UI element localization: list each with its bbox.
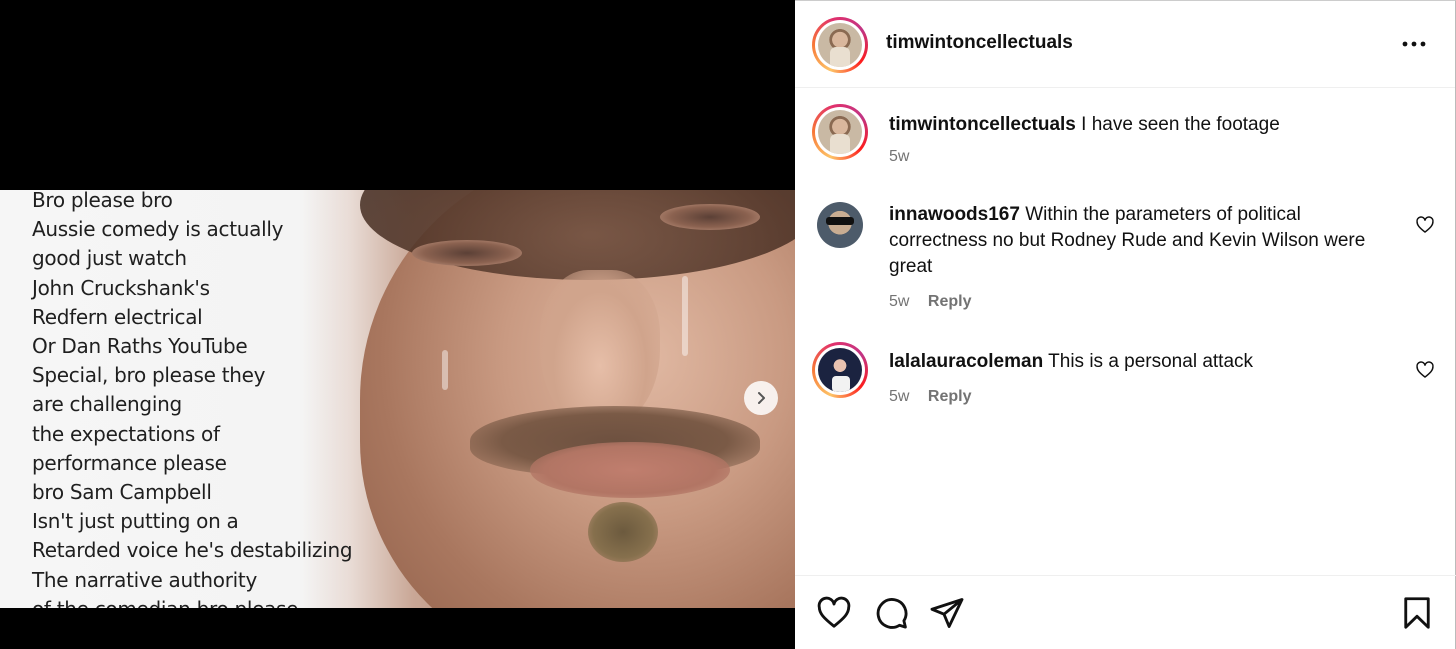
author-username[interactable]: timwintoncellectuals <box>886 32 1073 54</box>
chin-beard <box>588 502 658 562</box>
comment-meta: 5w <box>889 148 909 166</box>
post-side-panel: timwintoncellectuals timwintoncellectual… <box>795 0 1456 649</box>
share-icon[interactable] <box>929 595 965 631</box>
avatar-image <box>818 348 862 392</box>
comment-text: I have seen the footage <box>1081 114 1280 135</box>
more-options-button[interactable] <box>1399 31 1429 57</box>
meme-line: of the comedian bro please <box>32 595 372 608</box>
next-media-button[interactable] <box>744 381 778 415</box>
meme-line: bro Sam Campbell <box>32 480 212 505</box>
tear <box>682 276 688 356</box>
media-letterbox-top <box>0 0 795 190</box>
post-image: Bro please bro Aussie comedy is actually… <box>0 190 795 608</box>
meme-caption: Bro please bro Aussie comedy is actually… <box>32 190 372 608</box>
right-eye <box>660 204 760 230</box>
meme-line: Special, bro please they <box>32 363 266 388</box>
heart-icon[interactable] <box>1415 215 1435 235</box>
meme-line: John Cruckshank's <box>32 275 210 300</box>
meme-line: Aussie comedy is actually <box>32 217 284 242</box>
meme-line: The narrative authority <box>32 567 257 592</box>
comment-username[interactable]: innawoods167 <box>889 204 1020 225</box>
meme-line: Or Dan Raths YouTube <box>32 334 248 359</box>
meme-line: good just watch <box>32 246 187 271</box>
more-horizontal-icon <box>1402 41 1426 47</box>
chevron-right-icon <box>758 392 765 404</box>
commenter-avatar[interactable] <box>817 202 863 248</box>
meme-line: Isn't just putting on a <box>32 509 239 534</box>
comment-username[interactable]: lalalauracoleman <box>889 351 1043 372</box>
media-letterbox-bottom <box>0 608 795 649</box>
avatar-image <box>818 23 862 67</box>
comment-username[interactable]: timwintoncellectuals <box>889 114 1076 135</box>
reply-button[interactable]: Reply <box>928 293 972 310</box>
author-avatar[interactable] <box>812 17 868 73</box>
comment-text-block: innawoods167 Within the parameters of po… <box>889 202 1389 280</box>
post-header: timwintoncellectuals <box>795 1 1455 88</box>
meme-line: are challenging <box>32 392 182 417</box>
meme-line: Retarded voice he's destabilizing <box>32 538 353 563</box>
comment-text: This is a personal attack <box>1048 351 1254 372</box>
commenter-avatar[interactable] <box>812 104 868 160</box>
meme-line: Redfern electrical <box>32 304 203 329</box>
comment-text-block: timwintoncellectuals I have seen the foo… <box>889 112 1389 138</box>
commenter-avatar[interactable] <box>812 342 868 398</box>
meme-line: Bro please bro <box>32 190 173 212</box>
comment-time: 5w <box>889 148 910 165</box>
lips <box>530 442 730 498</box>
comment-meta: 5w Reply <box>889 388 971 406</box>
bookmark-icon[interactable] <box>1399 595 1435 631</box>
left-eye <box>412 240 522 266</box>
heart-icon[interactable] <box>1415 360 1435 380</box>
comment-icon[interactable] <box>873 595 909 631</box>
avatar-image <box>818 110 862 154</box>
reply-button[interactable]: Reply <box>928 388 972 405</box>
action-bar <box>795 575 1456 649</box>
tear <box>442 350 448 390</box>
post-media: Bro please bro Aussie comedy is actually… <box>0 0 795 649</box>
comment-text-block: lalalauracoleman This is a personal atta… <box>889 349 1389 375</box>
comment-meta: 5w Reply <box>889 293 971 311</box>
comment-time: 5w <box>889 388 910 405</box>
heart-icon[interactable] <box>816 595 852 631</box>
meme-line: the expectations of <box>32 421 220 446</box>
meme-line: performance please <box>32 450 227 475</box>
comment-time: 5w <box>889 293 910 310</box>
